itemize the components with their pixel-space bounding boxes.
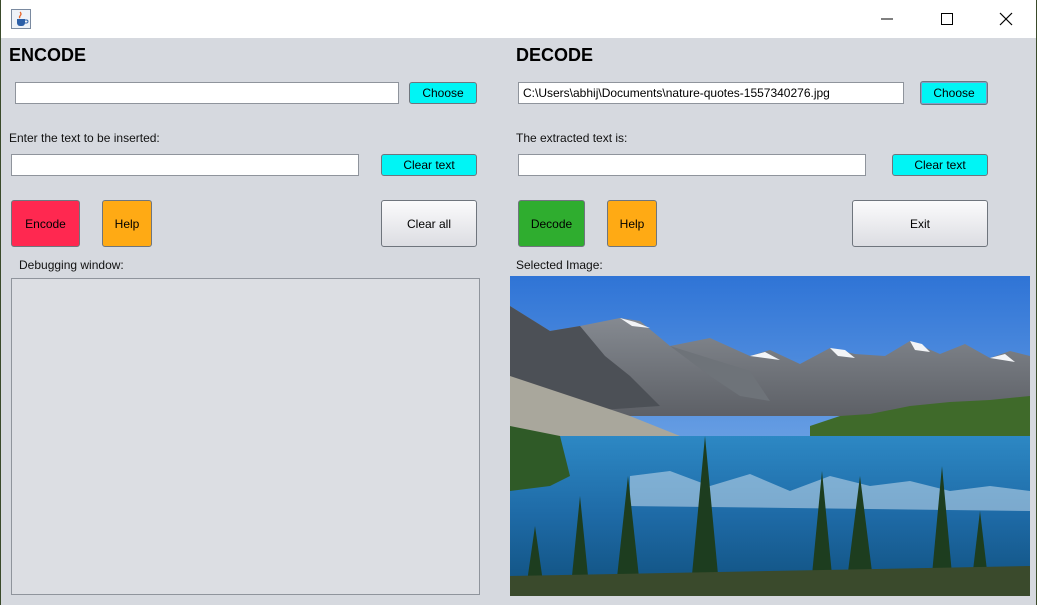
maximize-button[interactable]: [924, 0, 970, 38]
decode-text-label: The extracted text is:: [516, 131, 628, 145]
encode-clear-text-button[interactable]: Clear text: [381, 154, 477, 176]
close-button[interactable]: [983, 0, 1029, 38]
decode-help-button[interactable]: Help: [607, 200, 657, 247]
encode-button[interactable]: Encode: [11, 200, 80, 247]
title-bar: [1, 0, 1036, 38]
java-cup-icon: [11, 9, 31, 29]
exit-button[interactable]: Exit: [852, 200, 988, 247]
decode-choose-button[interactable]: Choose: [920, 81, 988, 105]
encode-file-path-field[interactable]: [15, 82, 399, 104]
minimize-button[interactable]: [864, 0, 910, 38]
debug-window-label: Debugging window:: [19, 258, 124, 272]
extracted-text-field[interactable]: [518, 154, 866, 176]
selected-image-label: Selected Image:: [516, 258, 603, 272]
decode-file-path-field[interactable]: C:\Users\abhij\Documents\nature-quotes-1…: [518, 82, 904, 104]
debug-window[interactable]: [11, 278, 480, 595]
maximize-icon: [941, 13, 953, 25]
encode-heading: ENCODE: [9, 45, 87, 65]
decode-button[interactable]: Decode: [518, 200, 585, 247]
encode-text-label: Enter the text to be inserted:: [9, 131, 160, 145]
decode-clear-text-button[interactable]: Clear text: [892, 154, 988, 176]
selected-image: [510, 276, 1030, 596]
encode-help-button[interactable]: Help: [102, 200, 152, 247]
encode-choose-button[interactable]: Choose: [409, 82, 477, 104]
decode-heading: DECODE: [516, 45, 594, 65]
clear-all-button[interactable]: Clear all: [381, 200, 477, 247]
minimize-icon: [881, 18, 893, 20]
close-icon: [999, 12, 1013, 26]
app-window: ENCODE Choose Enter the text to be inser…: [0, 0, 1037, 605]
encode-text-input[interactable]: [11, 154, 359, 176]
